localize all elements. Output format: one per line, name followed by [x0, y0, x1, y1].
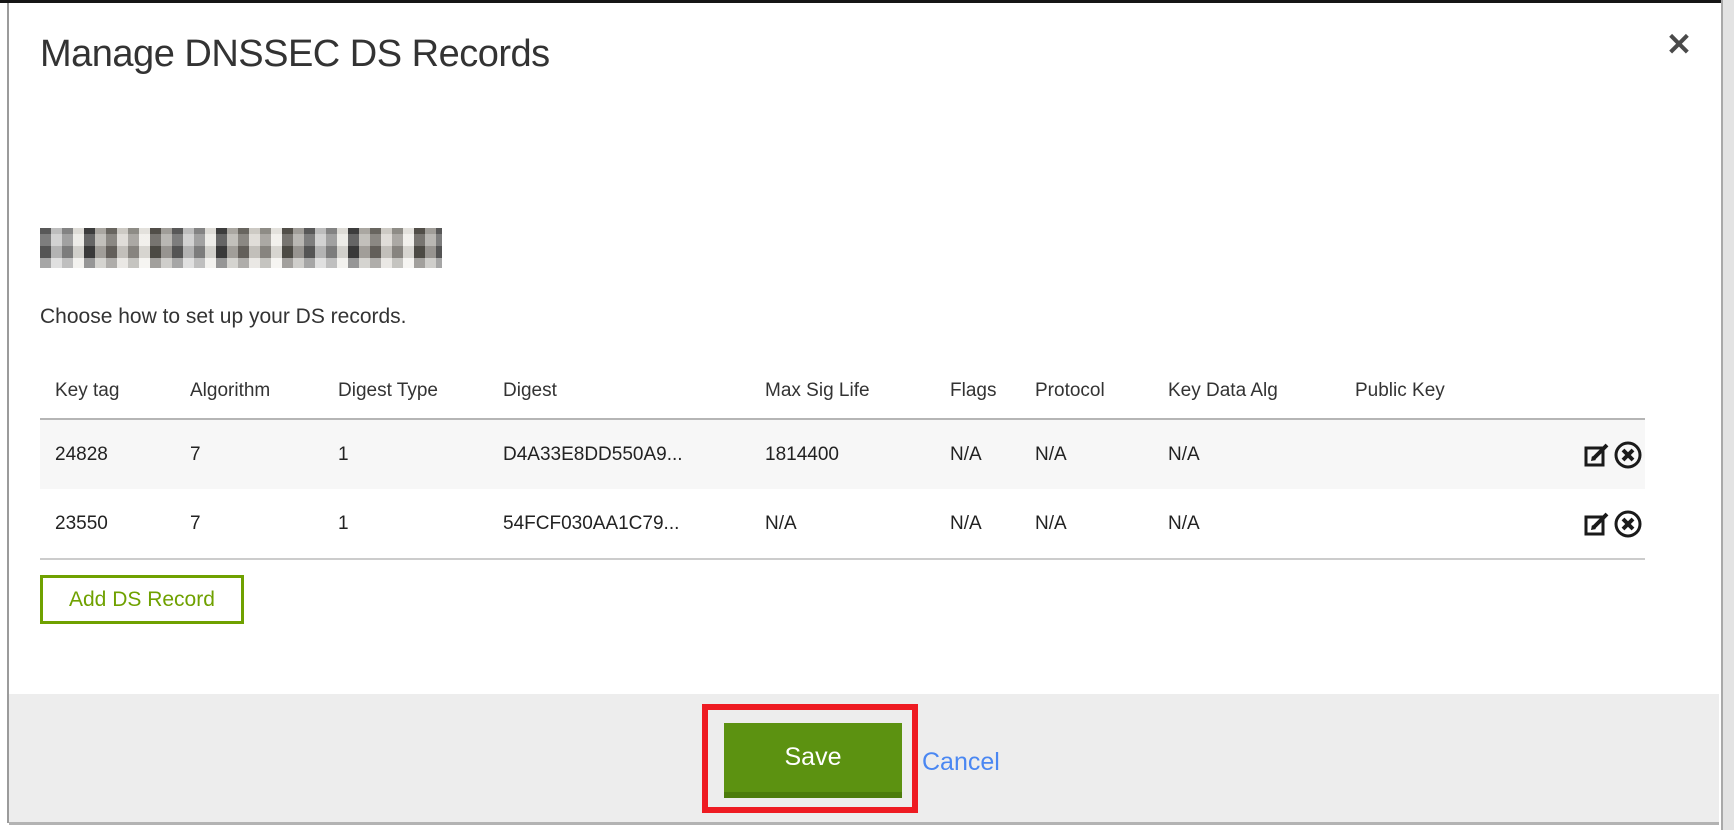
page-title: Manage DNSSEC DS Records: [40, 33, 550, 76]
cell-actions: [1530, 489, 1645, 559]
cell-max-sig-life: 1814400: [750, 419, 935, 489]
cell-digest-type: 1: [323, 419, 488, 489]
table-row: 23550 7 1 54FCF030AA1C79... N/A N/A N/A …: [40, 489, 1645, 559]
delete-record-button[interactable]: [1613, 509, 1643, 539]
cell-algorithm: 7: [175, 419, 323, 489]
column-header-digest: Digest: [488, 355, 750, 419]
close-button[interactable]: ✕: [1659, 25, 1699, 65]
cell-key-tag: 24828: [40, 419, 175, 489]
save-button[interactable]: Save: [724, 723, 902, 798]
background-page-sliver: [1721, 0, 1734, 830]
column-header-public-key: Public Key: [1340, 355, 1530, 419]
edit-icon: [1583, 440, 1613, 470]
column-header-digest-type: Digest Type: [323, 355, 488, 419]
ds-records-table: Key tag Algorithm Digest Type Digest Max…: [40, 355, 1645, 560]
cell-digest: D4A33E8DD550A9...: [488, 419, 750, 489]
cell-key-data-alg: N/A: [1153, 419, 1340, 489]
instruction-text: Choose how to set up your DS records.: [40, 305, 407, 329]
cell-key-tag: 23550: [40, 489, 175, 559]
column-header-max-sig-life: Max Sig Life: [750, 355, 935, 419]
column-header-flags: Flags: [935, 355, 1020, 419]
delete-record-button[interactable]: [1613, 440, 1643, 470]
cell-flags: N/A: [935, 489, 1020, 559]
column-header-actions: [1530, 355, 1645, 419]
cell-digest-type: 1: [323, 489, 488, 559]
window-bottom-edge: [9, 822, 1719, 825]
cancel-link[interactable]: Cancel: [922, 748, 1000, 777]
table-row: 24828 7 1 D4A33E8DD550A9... 1814400 N/A …: [40, 419, 1645, 489]
cell-protocol: N/A: [1020, 419, 1153, 489]
cell-public-key: [1340, 419, 1530, 489]
cell-key-data-alg: N/A: [1153, 489, 1340, 559]
cell-public-key: [1340, 489, 1530, 559]
column-header-key-tag: Key tag: [40, 355, 175, 419]
edit-record-button[interactable]: [1583, 440, 1613, 470]
column-header-key-data-alg: Key Data Alg: [1153, 355, 1340, 419]
cell-max-sig-life: N/A: [750, 489, 935, 559]
domain-name-redacted: [40, 228, 442, 268]
cell-algorithm: 7: [175, 489, 323, 559]
edit-record-button[interactable]: [1583, 509, 1613, 539]
delete-icon: [1613, 509, 1643, 539]
cell-protocol: N/A: [1020, 489, 1153, 559]
table-header-row: Key tag Algorithm Digest Type Digest Max…: [40, 355, 1645, 419]
add-ds-record-button[interactable]: Add DS Record: [40, 575, 244, 624]
close-icon: ✕: [1666, 27, 1692, 62]
delete-icon: [1613, 440, 1643, 470]
cell-flags: N/A: [935, 419, 1020, 489]
cell-actions: [1530, 419, 1645, 489]
cell-digest: 54FCF030AA1C79...: [488, 489, 750, 559]
column-header-protocol: Protocol: [1020, 355, 1153, 419]
edit-icon: [1583, 509, 1613, 539]
modal-footer: Save Cancel: [9, 694, 1719, 822]
column-header-algorithm: Algorithm: [175, 355, 323, 419]
